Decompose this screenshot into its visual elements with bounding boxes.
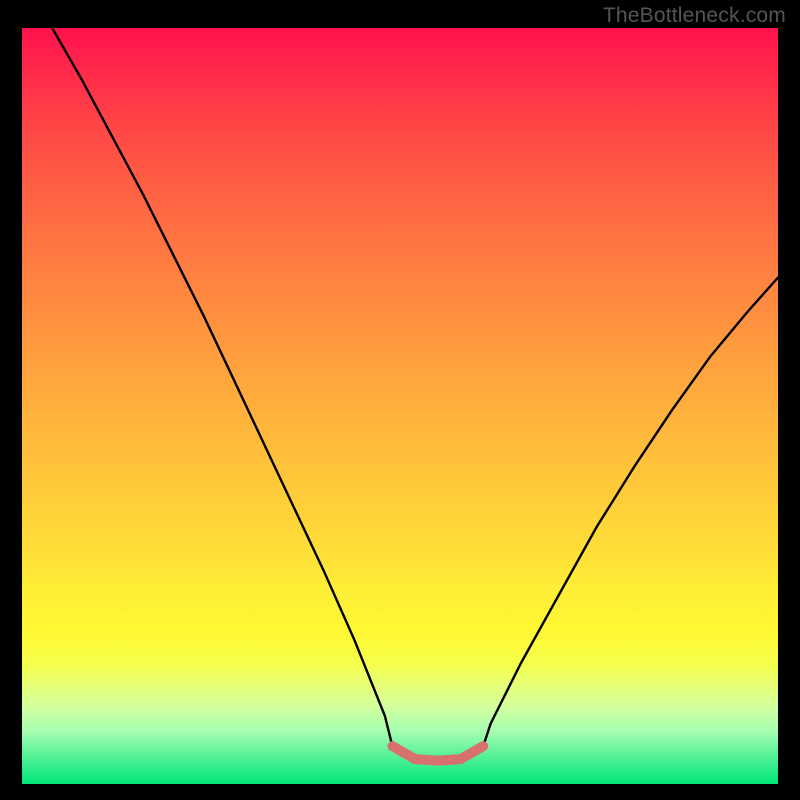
optimal-range-marker-path	[392, 746, 483, 760]
watermark-text: TheBottleneck.com	[603, 4, 786, 28]
plot-area	[22, 28, 778, 784]
chart-frame: TheBottleneck.com	[0, 0, 800, 800]
bottleneck-curve-path	[52, 28, 778, 761]
curve-layer	[22, 28, 778, 784]
